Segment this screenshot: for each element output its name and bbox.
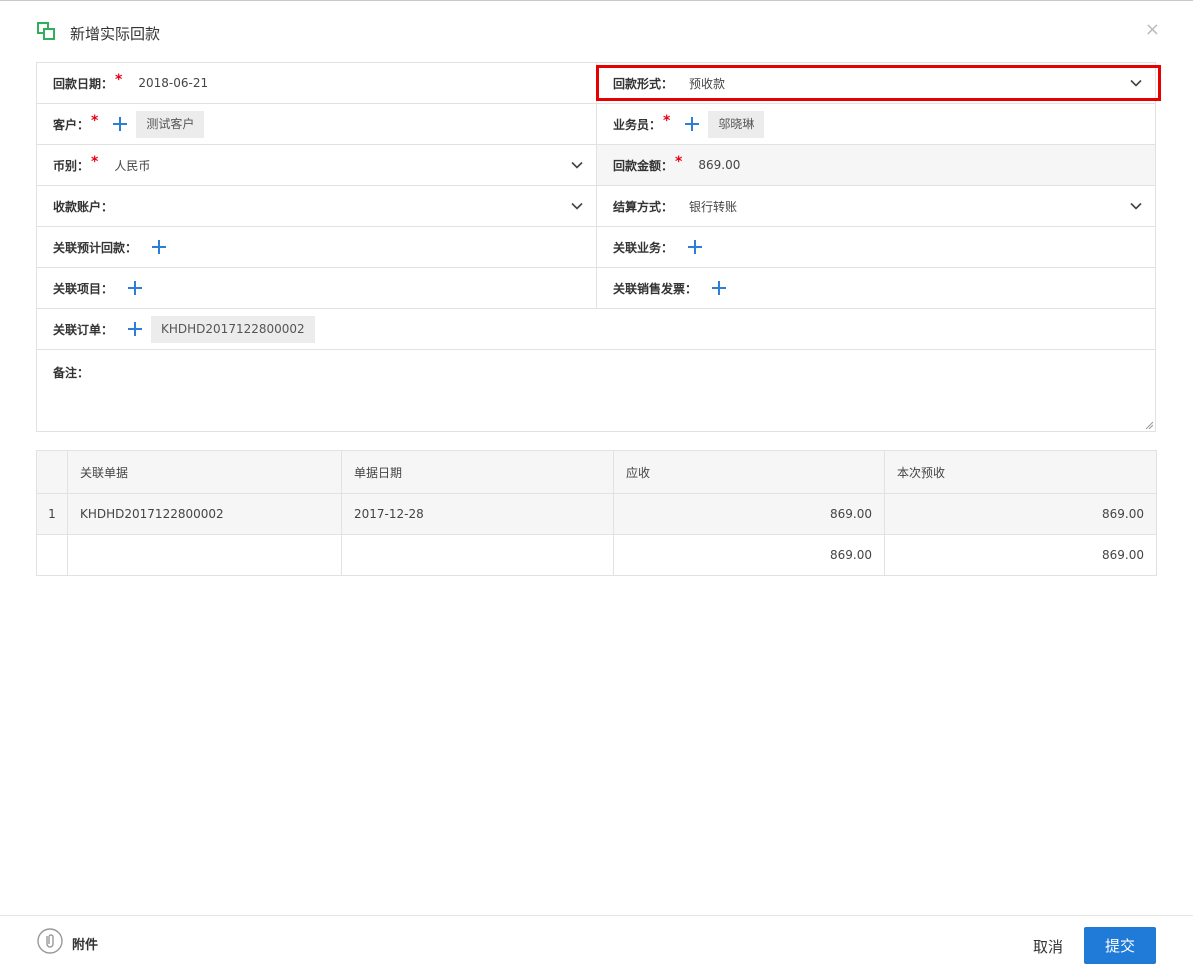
table-total-row: 869.00 869.00 — [36, 534, 1157, 576]
total-prepay-cell: 869.00 — [884, 534, 1157, 576]
add-customer-plus-icon[interactable] — [112, 116, 128, 132]
payment-date-value[interactable]: 2018-06-21 — [138, 76, 208, 90]
customer-field: 客户： * 测试客户 — [37, 104, 597, 144]
chevron-down-icon[interactable] — [570, 158, 584, 172]
linked-order-label: 关联订单： — [53, 322, 114, 337]
dialog-footer: 附件 取消 提交 — [0, 915, 1193, 971]
window-copy-icon — [37, 22, 55, 40]
attach-label[interactable]: 附件 — [72, 934, 98, 953]
form-row: 客户： * 测试客户 业务员： * 邬晓琳 — [37, 104, 1155, 145]
amount-value: 869.00 — [698, 158, 741, 172]
salesperson-field: 业务员： * 邬晓琳 — [597, 104, 1155, 144]
linked-project-field: 关联项目： — [37, 268, 597, 308]
doc-date-cell: 2017-12-28 — [341, 493, 614, 535]
total-receivable-cell: 869.00 — [613, 534, 885, 576]
close-icon[interactable]: × — [1145, 20, 1160, 40]
add-salesperson-plus-icon[interactable] — [684, 116, 700, 132]
customer-label: 客户： — [53, 117, 90, 132]
settlement-value[interactable]: 银行转账 — [689, 198, 737, 215]
resize-handle-icon[interactable] — [1145, 421, 1153, 429]
salesperson-tag[interactable]: 邬晓琳 — [708, 110, 765, 138]
form-row: 关联项目： 关联销售发票： — [37, 268, 1155, 309]
column-header: 应收 — [613, 450, 885, 494]
payment-form-value[interactable]: 预收款 — [689, 75, 725, 92]
chevron-down-icon[interactable] — [1129, 76, 1143, 90]
linked-project-label: 关联项目： — [53, 281, 114, 296]
required-mark: * — [675, 154, 683, 170]
form-row: 收款账户： 结算方式： 银行转账 — [37, 186, 1155, 227]
account-select[interactable]: 收款账户： — [37, 186, 597, 226]
prepay-cell[interactable]: 869.00 — [884, 493, 1157, 535]
add-linked-invoice-plus-icon[interactable] — [711, 280, 727, 296]
linked-forecast-field: 关联预计回款： — [37, 227, 597, 267]
payment-form: 回款日期： * 2018-06-21 回款形式： 预收款 客户： * 测试客户 … — [36, 62, 1156, 432]
amount-field: 回款金额： * 869.00 — [597, 145, 1155, 185]
required-mark: * — [91, 154, 99, 170]
chevron-down-icon[interactable] — [1129, 199, 1143, 213]
account-label: 收款账户： — [53, 199, 114, 214]
add-linked-order-plus-icon[interactable] — [127, 321, 143, 337]
payment-date-label: 回款日期： — [53, 76, 114, 91]
cancel-button[interactable]: 取消 — [1020, 928, 1076, 964]
add-linked-business-plus-icon[interactable] — [687, 239, 703, 255]
doc-number-cell: KHDHD2017122800002 — [67, 493, 342, 535]
salesperson-label: 业务员： — [613, 117, 662, 132]
dialog-title: 新增实际回款 — [70, 25, 161, 43]
remark-field[interactable]: 备注： — [37, 350, 1155, 431]
empty-cell — [67, 534, 342, 576]
add-payment-dialog: 新增实际回款 × 回款日期： * 2018-06-21 回款形式： 预收款 客户… — [0, 0, 1193, 971]
form-row: 关联订单： KHDHD2017122800002 — [37, 309, 1155, 350]
currency-select[interactable]: 币别： * 人民币 — [37, 145, 597, 185]
required-mark: * — [91, 113, 99, 129]
currency-label: 币别： — [53, 158, 90, 173]
empty-cell — [341, 534, 614, 576]
required-mark: * — [663, 113, 671, 129]
empty-cell — [36, 534, 68, 576]
add-linked-project-plus-icon[interactable] — [127, 280, 143, 296]
chevron-down-icon[interactable] — [570, 199, 584, 213]
table-row[interactable]: 1 KHDHD2017122800002 2017-12-28 869.00 8… — [36, 493, 1157, 535]
amount-label: 回款金额： — [613, 158, 674, 173]
form-row: 关联预计回款： 关联业务： — [37, 227, 1155, 268]
form-row: 币别： * 人民币 回款金额： * 869.00 — [37, 145, 1155, 186]
settlement-select[interactable]: 结算方式： 银行转账 — [597, 186, 1155, 226]
table-header-row: 关联单据 单据日期 应收 本次预收 — [36, 450, 1157, 494]
linked-business-field: 关联业务： — [597, 227, 1155, 267]
linked-docs-table: 关联单据 单据日期 应收 本次预收 1 KHDHD2017122800002 2… — [36, 450, 1157, 576]
add-linked-forecast-plus-icon[interactable] — [151, 239, 167, 255]
currency-value[interactable]: 人民币 — [114, 157, 150, 174]
row-index: 1 — [36, 493, 68, 535]
payment-form-select[interactable]: 回款形式： 预收款 — [597, 63, 1155, 103]
payment-date-field[interactable]: 回款日期： * 2018-06-21 — [37, 63, 597, 103]
form-row: 回款日期： * 2018-06-21 回款形式： 预收款 — [37, 63, 1155, 104]
settlement-label: 结算方式： — [613, 199, 674, 214]
column-header: 单据日期 — [341, 450, 614, 494]
column-header: 关联单据 — [67, 450, 342, 494]
paperclip-icon[interactable] — [37, 928, 63, 954]
linked-forecast-label: 关联预计回款： — [53, 240, 138, 255]
required-mark: * — [115, 72, 123, 88]
linked-invoice-label: 关联销售发票： — [613, 281, 698, 296]
payment-form-label: 回款形式： — [613, 76, 674, 91]
receivable-cell: 869.00 — [613, 493, 885, 535]
submit-button[interactable]: 提交 — [1084, 927, 1156, 964]
remark-label: 备注： — [53, 366, 90, 380]
linked-business-label: 关联业务： — [613, 240, 674, 255]
linked-invoice-field: 关联销售发票： — [597, 268, 1155, 308]
dialog-header: 新增实际回款 × — [0, 1, 1193, 63]
linked-order-field: 关联订单： KHDHD2017122800002 — [37, 309, 1155, 349]
column-header: 本次预收 — [884, 450, 1157, 494]
linked-order-tag[interactable]: KHDHD2017122800002 — [151, 315, 315, 343]
customer-tag[interactable]: 测试客户 — [136, 110, 205, 138]
column-header — [36, 450, 68, 494]
